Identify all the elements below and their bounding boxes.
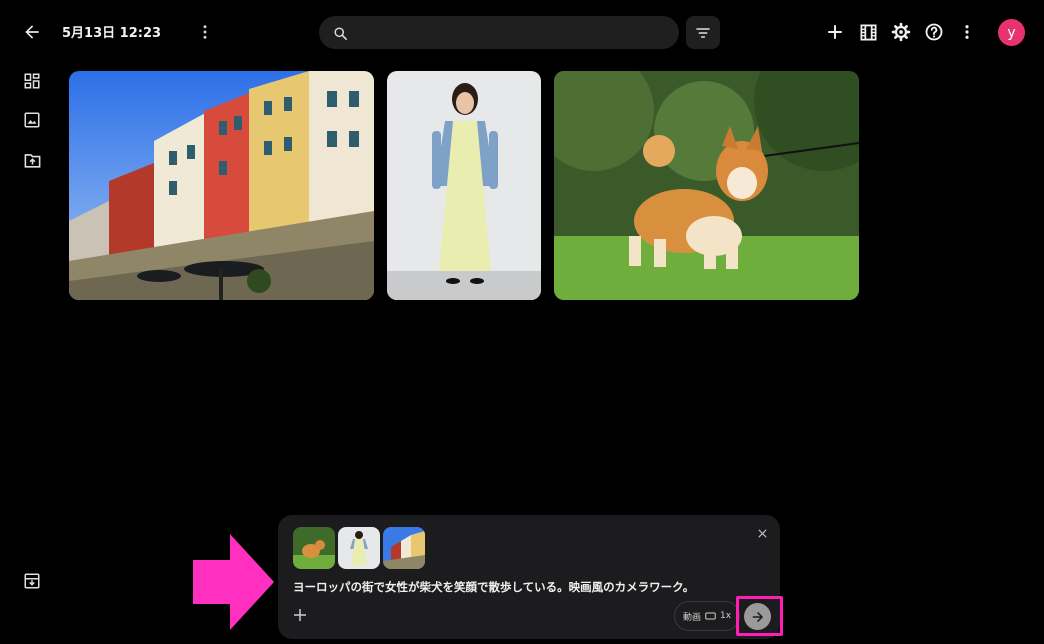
photo-porto-buildings[interactable] xyxy=(69,71,374,300)
dashboard-icon[interactable] xyxy=(21,70,43,92)
photo-woman-dress[interactable] xyxy=(387,71,541,300)
add-media-plus-icon[interactable] xyxy=(290,605,310,625)
prompt-composer: ヨーロッパの街で女性が柴犬を笑顔で散歩している。映画風のカメラワーク。 動画 1… xyxy=(278,515,780,639)
top-bar: 5月13日 12:23 y xyxy=(0,0,1044,64)
thumbnail-porto-buildings[interactable] xyxy=(383,527,425,569)
prompt-text[interactable]: ヨーロッパの街で女性が柴犬を笑顔で散歩している。映画風のカメラワーク。 xyxy=(293,579,763,595)
archive-icon[interactable] xyxy=(21,570,43,592)
image-icon[interactable] xyxy=(21,109,43,131)
thumbnail-woman-dress[interactable] xyxy=(338,527,380,569)
back-arrow-icon[interactable] xyxy=(20,20,44,44)
search-bar[interactable] xyxy=(319,16,679,49)
speed-label: 1x xyxy=(719,611,732,621)
search-input[interactable] xyxy=(359,16,669,49)
film-icon[interactable] xyxy=(857,21,879,43)
filter-button[interactable] xyxy=(686,16,720,49)
thumbnail-shiba-dog[interactable] xyxy=(293,527,335,569)
add-plus-icon[interactable] xyxy=(824,21,846,43)
close-icon[interactable] xyxy=(753,524,771,542)
filter-icon xyxy=(696,27,710,38)
more-vert-icon[interactable] xyxy=(194,21,216,43)
search-icon xyxy=(331,24,349,42)
user-avatar[interactable]: y xyxy=(998,19,1025,46)
mode-label: 動画 xyxy=(682,612,701,623)
gear-icon[interactable] xyxy=(890,21,912,43)
photo-shiba-dog[interactable] xyxy=(554,71,859,300)
folder-upload-icon[interactable] xyxy=(21,149,43,171)
aspect-ratio-icon xyxy=(705,612,716,620)
pointer-arrow-annotation xyxy=(193,534,274,630)
mode-selector[interactable]: 動画 1x xyxy=(674,601,740,631)
page-title: 5月13日 12:23 xyxy=(62,26,162,41)
send-button[interactable] xyxy=(744,603,771,630)
arrow-right-icon xyxy=(752,611,763,622)
help-icon[interactable] xyxy=(923,21,945,43)
more-vert-icon[interactable] xyxy=(956,21,978,43)
